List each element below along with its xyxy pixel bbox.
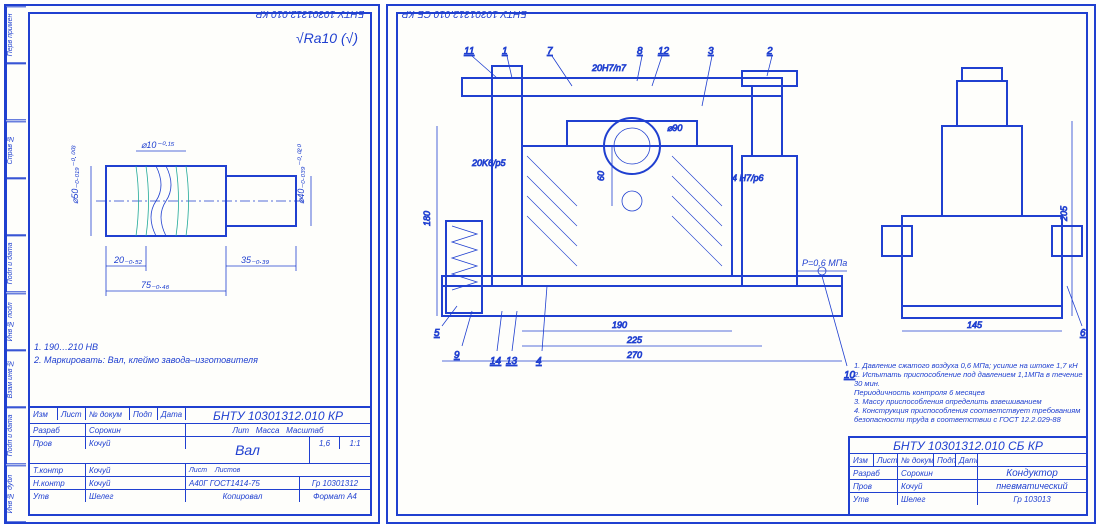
svg-text:9: 9 bbox=[454, 350, 460, 361]
sheet-left: Перв примен Справ № Подп и дата Инв № по… bbox=[4, 4, 380, 524]
svg-text:270: 270 bbox=[626, 350, 642, 360]
title-block-left: Изм Лист № докум Подп Дата БНТУ 10301312… bbox=[28, 406, 372, 516]
side-tab bbox=[6, 63, 26, 120]
title-block-right: БНТУ 10301312.010 СБ КР Изм Лист № докум… bbox=[848, 436, 1088, 516]
side-tab: Инв № дубл bbox=[6, 465, 26, 522]
tech-note: 1. Давление сжатого воздуха 0,6 МПа; уси… bbox=[854, 361, 1084, 424]
svg-text:20H7/n7: 20H7/n7 bbox=[591, 63, 627, 73]
svg-text:5: 5 bbox=[434, 328, 440, 339]
svg-text:⌀10⁻⁰·¹⁵: ⌀10⁻⁰·¹⁵ bbox=[141, 140, 175, 150]
note-2: 2. Маркировать: Вал, клеймо завода–изгот… bbox=[34, 354, 258, 366]
svg-text:8: 8 bbox=[637, 46, 643, 57]
svg-text:60: 60 bbox=[596, 171, 606, 181]
svg-text:P=0,6 МПа: P=0,6 МПа bbox=[802, 258, 847, 268]
side-tab: Подп и дата bbox=[6, 407, 26, 464]
svg-text:145: 145 bbox=[967, 320, 983, 330]
svg-text:35₋₀.₃₉: 35₋₀.₃₉ bbox=[241, 255, 270, 265]
svg-text:13: 13 bbox=[506, 356, 518, 367]
part-name: Вал bbox=[186, 437, 310, 463]
note-1: 1. 190…210 HB bbox=[34, 341, 98, 353]
svg-text:205: 205 bbox=[1059, 205, 1069, 222]
svg-text:1: 1 bbox=[502, 46, 508, 57]
svg-text:225: 225 bbox=[626, 335, 643, 345]
svg-text:4: 4 bbox=[536, 356, 542, 367]
svg-text:7: 7 bbox=[547, 46, 553, 57]
sheet-right: БНТУ 10301312.010 СБ КР bbox=[386, 4, 1096, 524]
side-tab: Перв примен bbox=[6, 6, 26, 63]
svg-text:20K6/p5: 20K6/p5 bbox=[471, 158, 507, 168]
svg-text:190: 190 bbox=[612, 320, 627, 330]
svg-text:11: 11 bbox=[464, 46, 474, 57]
svg-text:14: 14 bbox=[490, 356, 502, 367]
svg-text:⌀50₋₀.₀₁₉⁻⁰·⁰⁰³: ⌀50₋₀.₀₁₉⁻⁰·⁰⁰³ bbox=[70, 145, 80, 204]
top-code-left: БНТУ 10301312.010 КР bbox=[256, 8, 364, 19]
svg-text:3: 3 bbox=[708, 46, 714, 57]
ra-label: √Ra10 (√) bbox=[296, 30, 358, 46]
svg-text:6: 6 bbox=[1080, 328, 1086, 339]
side-tab: Инв № подл bbox=[6, 293, 26, 350]
side-tab: Справ № bbox=[6, 121, 26, 178]
shaft-drawing: 20₋₀.₅₂ 35₋₀.₃₉ 75₋₀.₄₆ ⌀50₋₀.₀₁₉⁻⁰·⁰⁰³ … bbox=[36, 66, 356, 326]
svg-text:12: 12 bbox=[658, 46, 670, 57]
svg-text:⌀90: ⌀90 bbox=[667, 123, 682, 133]
top-code-right: БНТУ 10301312.010 СБ КР bbox=[402, 8, 527, 19]
svg-text:75₋₀.₄₆: 75₋₀.₄₆ bbox=[141, 280, 170, 290]
left-side-tabs: Перв примен Справ № Подп и дата Инв № по… bbox=[6, 6, 26, 522]
svg-text:4 H7/p6: 4 H7/p6 bbox=[732, 173, 764, 183]
svg-text:20₋₀.₅₂: 20₋₀.₅₂ bbox=[113, 255, 143, 265]
svg-text:⌀40₋₀.₀₃₉⁻⁰·⁰²⁰: ⌀40₋₀.₀₃₉⁻⁰·⁰²⁰ bbox=[296, 144, 306, 204]
svg-text:180: 180 bbox=[422, 211, 432, 226]
svg-text:2: 2 bbox=[766, 46, 773, 57]
side-tab: Подп и дата bbox=[6, 235, 26, 292]
side-tab: Взам инв № bbox=[6, 350, 26, 407]
side-tab bbox=[6, 178, 26, 235]
